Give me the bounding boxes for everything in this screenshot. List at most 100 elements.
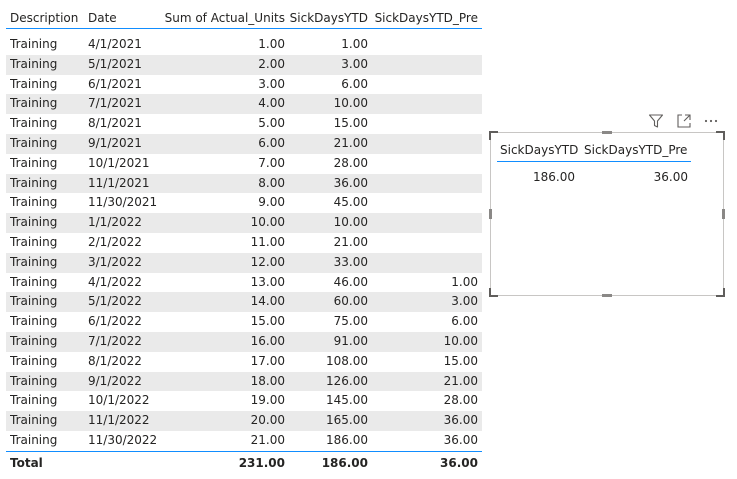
table-row[interactable]: Training 11/1/2022 20.00 165.00 36.00 <box>6 411 482 431</box>
cell-ytd-pre: 21.00 <box>443 373 478 388</box>
column-header-units[interactable]: Sum of Actual_Units <box>164 8 285 28</box>
cell-units: 6.00 <box>258 135 285 150</box>
cell-units: 20.00 <box>250 413 285 428</box>
cell-ytd: 3.00 <box>341 56 368 71</box>
cell-units: 19.00 <box>250 393 285 408</box>
cell-date: 8/1/2021 <box>88 116 142 131</box>
cell-units: 13.00 <box>250 274 285 289</box>
cell-date: 2/1/2022 <box>88 234 142 249</box>
cell-date: 7/1/2021 <box>88 96 142 111</box>
cell-description: Training <box>10 175 58 190</box>
total-units: 231.00 <box>238 455 285 470</box>
cell-date: 4/1/2021 <box>88 37 142 51</box>
table-row[interactable]: Training 11/30/2021 9.00 45.00 <box>6 193 482 213</box>
summary-header-ytd[interactable]: SickDaysYTD <box>500 139 578 161</box>
table-row[interactable]: Training 3/1/2022 12.00 33.00 <box>6 252 482 273</box>
cell-description: Training <box>10 195 58 210</box>
table-row[interactable]: Training 10/1/2022 19.00 145.00 28.00 <box>6 391 482 411</box>
cell-ytd: 126.00 <box>326 373 368 388</box>
cell-description: Training <box>10 274 58 289</box>
cell-ytd: 145.00 <box>326 393 368 408</box>
cell-ytd-pre: 36.00 <box>443 413 478 428</box>
table-row[interactable]: Training 11/1/2021 8.00 36.00 <box>6 173 482 194</box>
cell-description: Training <box>10 76 58 91</box>
cell-date: 11/1/2021 <box>88 175 150 190</box>
table-row[interactable]: Training 7/1/2021 4.00 10.00 <box>6 94 482 115</box>
cell-date: 7/1/2022 <box>88 333 142 348</box>
table-row[interactable]: Training 9/1/2021 6.00 21.00 <box>6 133 482 154</box>
cell-date: 3/1/2022 <box>88 254 142 269</box>
table-row[interactable]: Training 6/1/2022 15.00 75.00 6.00 <box>6 312 482 332</box>
cell-description: Training <box>10 116 58 131</box>
cell-units: 21.00 <box>250 432 285 447</box>
cell-description: Training <box>10 333 58 348</box>
cell-date: 9/1/2021 <box>88 135 142 150</box>
cell-description: Training <box>10 373 58 388</box>
cell-ytd-pre: 36.00 <box>443 432 478 447</box>
cell-date: 6/1/2021 <box>88 76 142 91</box>
focus-mode-icon[interactable] <box>676 113 692 129</box>
cell-units: 3.00 <box>258 76 285 91</box>
resize-handle-right[interactable] <box>722 209 725 219</box>
cell-ytd: 75.00 <box>333 314 368 329</box>
table-row[interactable]: Training 4/1/2022 13.00 46.00 1.00 <box>6 273 482 293</box>
cell-description: Training <box>10 393 58 408</box>
table-row[interactable]: Training 2/1/2022 11.00 21.00 <box>6 233 482 253</box>
summary-table-visual[interactable]: SickDaysYTD SickDaysYTD_Pre 186.00 36.00 <box>489 131 725 297</box>
cell-ytd: 91.00 <box>333 333 368 348</box>
table-row[interactable]: Training 5/1/2022 14.00 60.00 3.00 <box>6 292 482 313</box>
column-header-description[interactable]: Description <box>10 8 86 28</box>
summary-value-ytd: 186.00 <box>533 170 575 184</box>
cell-units: 2.00 <box>258 56 285 71</box>
cell-date: 11/1/2022 <box>88 413 150 428</box>
resize-handle-left[interactable] <box>489 209 492 219</box>
table-total-row: Total 231.00 186.00 36.00 <box>6 450 482 474</box>
cell-units: 18.00 <box>250 373 285 388</box>
visual-header <box>645 113 727 129</box>
more-options-icon[interactable] <box>703 113 719 129</box>
summary-header-ytd-pre[interactable]: SickDaysYTD_Pre <box>584 139 689 161</box>
cell-ytd-pre: 3.00 <box>451 294 478 309</box>
table-row[interactable]: Training 5/1/2021 2.00 3.00 <box>6 54 482 75</box>
table-row[interactable]: Training 11/30/2022 21.00 186.00 36.00 <box>6 431 482 451</box>
resize-handle-top[interactable] <box>602 131 612 134</box>
table-row[interactable]: Training 6/1/2021 3.00 6.00 <box>6 75 482 95</box>
table-row[interactable]: Training 9/1/2022 18.00 126.00 21.00 <box>6 371 482 392</box>
column-header-ytd-pre[interactable]: SickDaysYTD_Pre <box>372 8 478 28</box>
resize-corner-bottom-right[interactable] <box>716 288 725 297</box>
cell-ytd: 10.00 <box>333 96 368 111</box>
cell-description: Training <box>10 413 58 428</box>
cell-ytd: 33.00 <box>333 254 368 269</box>
table-row[interactable]: Training 8/1/2021 5.00 15.00 <box>6 114 482 134</box>
column-header-date[interactable]: Date <box>88 8 164 28</box>
table-header-row: Description Date Sum of Actual_Units Sic… <box>6 8 482 29</box>
column-header-ytd[interactable]: SickDaysYTD <box>289 8 368 28</box>
cell-ytd-pre: 1.00 <box>451 274 478 289</box>
cell-units: 14.00 <box>250 294 285 309</box>
resize-handle-bottom[interactable] <box>602 294 612 297</box>
table-row[interactable]: Training 8/1/2022 17.00 108.00 15.00 <box>6 352 482 372</box>
cell-ytd-pre: 6.00 <box>451 314 478 329</box>
table-row[interactable]: Training 7/1/2022 16.00 91.00 10.00 <box>6 331 482 352</box>
table-row[interactable]: Training 10/1/2021 7.00 28.00 <box>6 154 482 174</box>
table-row[interactable]: Training 4/1/2021 1.00 1.00 <box>6 35 482 55</box>
summary-row[interactable]: 186.00 36.00 <box>497 167 691 187</box>
cell-date: 6/1/2022 <box>88 314 142 329</box>
cell-ytd: 21.00 <box>333 135 368 150</box>
cell-description: Training <box>10 56 58 71</box>
table-row[interactable]: Training 1/1/2022 10.00 10.00 <box>6 213 482 233</box>
cell-description: Training <box>10 135 58 150</box>
total-ytd-pre: 36.00 <box>440 455 478 470</box>
cell-date: 5/1/2022 <box>88 294 142 309</box>
cell-ytd: 108.00 <box>326 353 368 368</box>
summary-header-row: SickDaysYTD SickDaysYTD_Pre <box>497 139 691 162</box>
resize-corner-top-right[interactable] <box>716 131 725 140</box>
resize-corner-bottom-left[interactable] <box>489 288 498 297</box>
cell-date: 11/30/2021 <box>88 195 158 210</box>
cell-ytd-pre: 15.00 <box>443 353 478 368</box>
cell-ytd: 36.00 <box>333 175 368 190</box>
total-label: Total <box>10 455 43 470</box>
filter-icon[interactable] <box>648 113 664 129</box>
cell-description: Training <box>10 353 58 368</box>
cell-description: Training <box>10 294 58 309</box>
